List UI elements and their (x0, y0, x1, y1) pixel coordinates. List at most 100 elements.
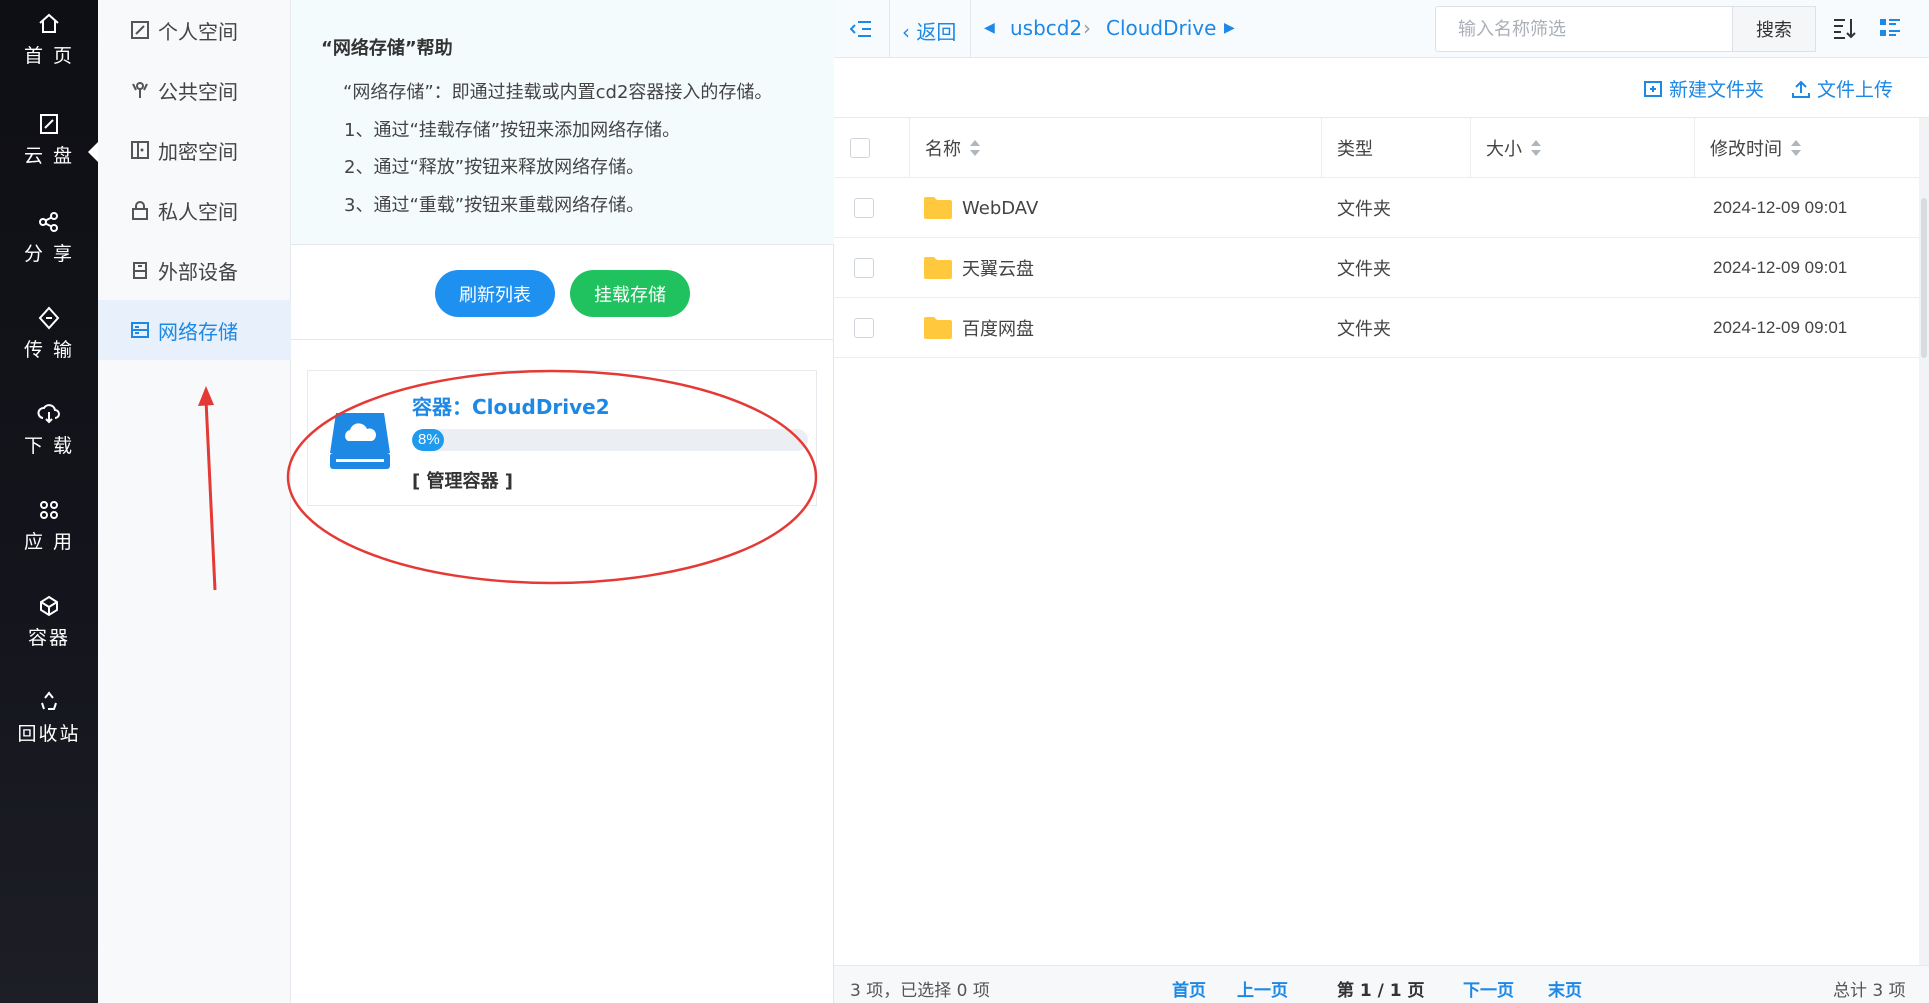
share-icon (39, 212, 58, 232)
column-header-label: 大小 (1486, 139, 1522, 160)
subnav-network-storage[interactable]: 网络存储 (98, 300, 291, 360)
nav-apps[interactable]: 应 用 (0, 498, 98, 576)
prev-page-link[interactable]: 上一页 (1237, 976, 1288, 1001)
cloud-disk-icon (40, 114, 58, 134)
file-toolbar: ‹ 返回 ◀ usbcd2 › CloudDrive ▶ 搜索 (834, 0, 1929, 58)
storage-subnav: 个人空间 公共空间 加密空间 私人空间 外部设备 网络存储 (98, 0, 291, 1003)
row-checkbox[interactable] (854, 178, 874, 238)
scrollbar-thumb[interactable] (1921, 198, 1927, 358)
transfer-icon (38, 306, 60, 330)
table-row[interactable]: WebDAV 文件夹 2024-12-09 09:01 (834, 178, 1919, 238)
vertical-scrollbar[interactable] (1919, 118, 1929, 998)
table-row[interactable]: 百度网盘 文件夹 2024-12-09 09:01 (834, 298, 1919, 358)
subnav-external-device-label: 外部设备 (158, 259, 238, 284)
nav-transfer[interactable]: 传 输 (0, 306, 98, 384)
row-checkbox[interactable] (854, 298, 874, 358)
help-line: 2、通过“释放”按钮来释放网络存储。 (344, 157, 645, 178)
folder-icon (924, 197, 952, 219)
download-icon (37, 404, 60, 424)
last-page-link[interactable]: 末页 (1548, 976, 1582, 1001)
nav-cloud-disk[interactable]: 云 盘 (0, 112, 98, 190)
breadcrumb-prev-icon[interactable]: ◀ (984, 20, 995, 36)
select-all-checkbox[interactable] (850, 118, 870, 178)
chevron-left-icon: ‹ (902, 20, 917, 44)
file-name-cell[interactable]: 天翼云盘 (923, 238, 1034, 298)
refresh-list-button[interactable]: 刷新列表 (435, 270, 555, 317)
search-button[interactable]: 搜索 (1732, 6, 1816, 52)
new-folder-button[interactable]: 新建文件夹 (1643, 75, 1764, 102)
subnav-personal-space[interactable]: 个人空间 (98, 0, 291, 60)
upload-file-button[interactable]: 文件上传 (1791, 75, 1893, 102)
breadcrumb-item[interactable]: usbcd2 (1010, 16, 1082, 40)
help-line: 3、通过“重载”按钮来重载网络存储。 (344, 195, 645, 216)
subnav-encrypted-space[interactable]: 加密空间 (98, 120, 291, 180)
sort-icon[interactable] (1832, 16, 1856, 40)
nav-download[interactable]: 下 载 (0, 402, 98, 480)
search-input[interactable] (1435, 6, 1733, 52)
selection-summary: 3 项，已选择 0 项 (850, 981, 990, 1001)
toolbar-divider (970, 0, 971, 58)
table-row[interactable]: 天翼云盘 文件夹 2024-12-09 09:01 (834, 238, 1919, 298)
first-page-link[interactable]: 首页 (1172, 976, 1206, 1001)
file-modified: 2024-12-09 09:01 (1713, 198, 1848, 217)
nav-share-label: 分 享 (23, 243, 75, 265)
back-button[interactable]: ‹ 返回 (902, 16, 956, 45)
help-line: “网络存储”：即通过挂载或内置cd2容器接入的存储。 (343, 82, 773, 103)
manage-container-link[interactable]: [ 管理容器 ] (412, 467, 513, 493)
column-header-modified[interactable]: 修改时间 (1710, 118, 1802, 178)
file-name: 百度网盘 (962, 319, 1034, 340)
help-line: 1、通过“挂载存储”按钮来添加网络存储。 (344, 120, 681, 141)
subnav-public-space-label: 公共空间 (158, 79, 238, 104)
column-header-label: 类型 (1337, 139, 1373, 160)
nav-recycle-label: 回收站 (17, 723, 81, 745)
toolbar-divider (889, 0, 890, 58)
column-header-label: 修改时间 (1710, 139, 1782, 160)
folder-icon (924, 317, 952, 339)
nav-container-label: 容器 (27, 627, 70, 649)
nav-transfer-label: 传 输 (23, 339, 75, 361)
breadcrumb-item[interactable]: CloudDrive (1106, 16, 1216, 40)
sort-arrows-icon (970, 140, 980, 156)
pagination-footer: 3 项，已选择 0 项 首页 上一页 第 1 / 1 页 下一页 末页 总计 3… (834, 965, 1929, 1003)
subnav-network-storage-label: 网络存储 (158, 319, 238, 344)
view-toggle-icon[interactable] (1878, 16, 1902, 40)
breadcrumb-separator-icon: › (1083, 16, 1091, 40)
network-storage-icon (131, 322, 149, 338)
external-device-icon (133, 262, 147, 279)
container-title: 容器：CloudDrive2 (412, 395, 610, 419)
new-folder-label: 新建文件夹 (1669, 79, 1765, 101)
file-name-cell[interactable]: WebDAV (923, 178, 1038, 238)
hard-drive-cloud-icon (330, 413, 390, 469)
nav-download-label: 下 载 (23, 435, 75, 457)
subnav-public-space[interactable]: 公共空间 (98, 60, 291, 120)
nav-home-label: 首 页 (23, 45, 75, 67)
nav-container[interactable]: 容器 (0, 594, 98, 672)
row-checkbox[interactable] (854, 238, 874, 298)
help-box: “网络存储”帮助 “网络存储”：即通过挂载或内置cd2容器接入的存储。 1、通过… (291, 0, 834, 245)
file-modified: 2024-12-09 09:01 (1713, 258, 1848, 277)
encrypted-space-icon (131, 141, 149, 159)
home-icon (39, 13, 59, 33)
apps-icon (40, 501, 58, 519)
subnav-private-space[interactable]: 私人空间 (98, 180, 291, 240)
subnav-external-device[interactable]: 外部设备 (98, 240, 291, 300)
mount-storage-button[interactable]: 挂载存储 (570, 270, 690, 317)
collapse-sidebar-icon[interactable] (850, 19, 872, 39)
column-header-size[interactable]: 大小 (1486, 118, 1542, 178)
breadcrumb-next-icon[interactable]: ▶ (1224, 20, 1235, 36)
nav-recycle[interactable]: 回收站 (0, 690, 98, 768)
next-page-link[interactable]: 下一页 (1463, 976, 1514, 1001)
private-space-icon (132, 201, 148, 220)
column-header-name[interactable]: 名称 (925, 118, 981, 178)
column-header-type[interactable]: 类型 (1337, 118, 1373, 178)
file-name-cell[interactable]: 百度网盘 (923, 298, 1034, 358)
action-bar: 新建文件夹 文件上传 (834, 58, 1929, 118)
nav-home[interactable]: 首 页 (0, 12, 98, 90)
table-header: 名称 类型 大小 修改时间 (834, 118, 1919, 178)
nav-share[interactable]: 分 享 (0, 210, 98, 288)
container-usage-fill: 8% (412, 429, 444, 451)
folder-icon (924, 257, 952, 279)
sort-arrows-icon (1791, 140, 1801, 156)
file-name: WebDAV (962, 197, 1039, 219)
subnav-private-space-label: 私人空间 (158, 199, 238, 224)
